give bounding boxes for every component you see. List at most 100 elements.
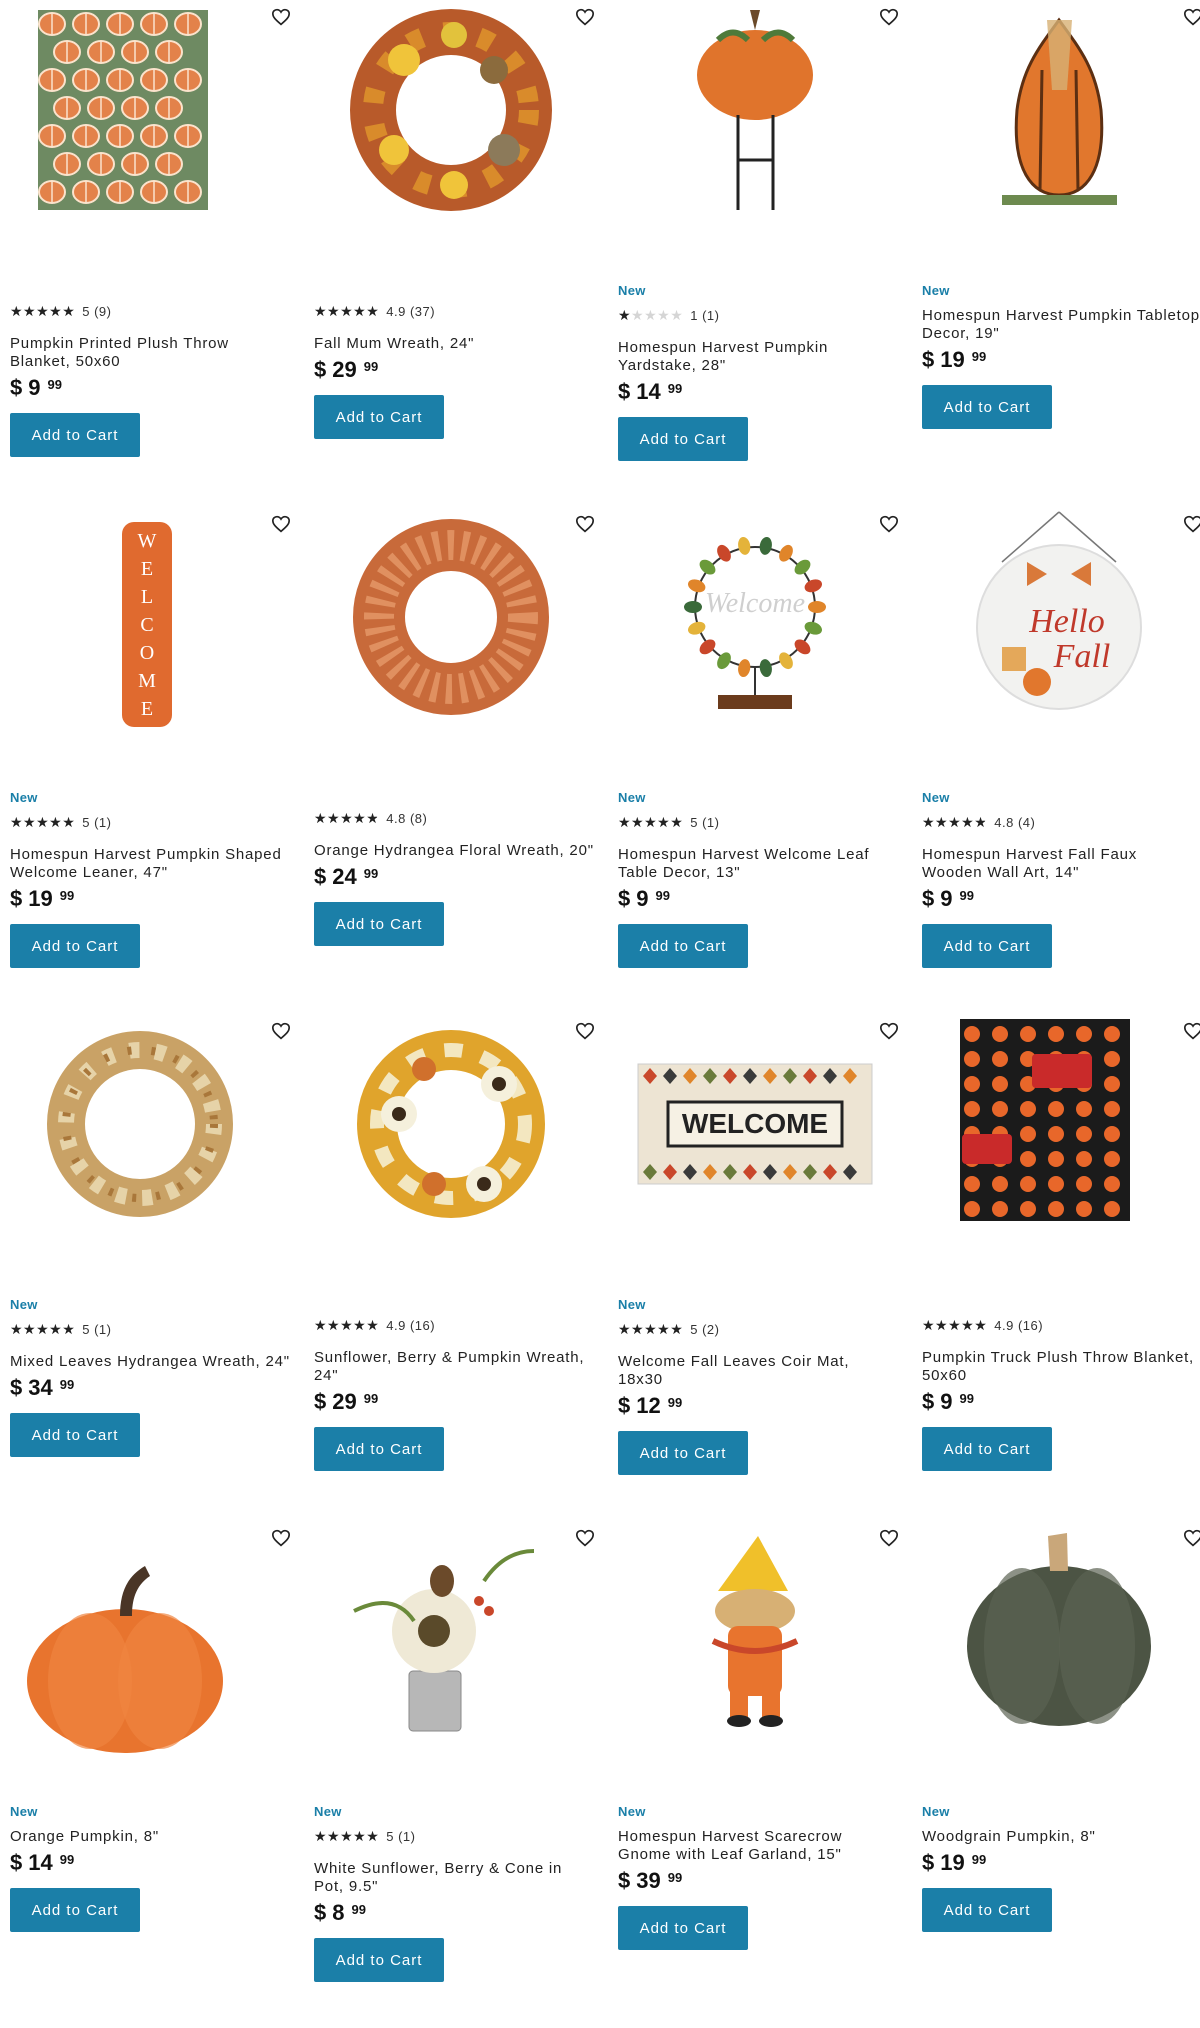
product-image[interactable]: W E L C O M E [10, 507, 284, 777]
product-card[interactable]: New Woodgrain Pumpkin, 8" $ 19 99 Add to… [912, 1521, 1200, 2028]
add-to-cart-button[interactable]: Add to Cart [618, 924, 748, 968]
product-image[interactable]: Hello Fall [922, 507, 1196, 777]
product-price: $ 19 99 [922, 1850, 1200, 1878]
product-rating: ★★★★★ ★★★★★ 5 (1) [10, 1321, 290, 1337]
add-to-cart-button[interactable]: Add to Cart [10, 1413, 140, 1457]
product-rating: ★★★★★ ★★★★★ 5 (1) [10, 814, 290, 830]
product-image[interactable] [922, 1521, 1196, 1791]
price-dollars: 34 [28, 1375, 53, 1400]
product-title[interactable]: Welcome Fall Leaves Coir Mat, 18x30 [618, 1353, 898, 1389]
currency-symbol: $ [922, 347, 935, 372]
product-image[interactable] [314, 507, 588, 777]
add-to-cart-button[interactable]: Add to Cart [618, 1431, 748, 1475]
product-image[interactable] [314, 0, 588, 270]
product-title[interactable]: Sunflower, Berry & Pumpkin Wreath, 24" [314, 1349, 594, 1385]
product-card[interactable]: New ★★★★★★★★★★ 1 (1) Homespun Harvest Pu… [608, 0, 912, 507]
rating-count: 1 (1) [690, 307, 720, 323]
product-title[interactable]: Homespun Harvest Pumpkin Yardstake, 28" [618, 339, 898, 375]
currency-symbol: $ [922, 886, 935, 911]
currency-symbol: $ [922, 1389, 935, 1414]
product-card[interactable]: New ★★★★★ ★★★★★ 5 (1) White Sunflower, Be… [304, 1521, 608, 2028]
product-price: $ 8 99 [314, 1900, 594, 1928]
rating-stars-icon: ★★★★★★★★★★ [10, 814, 76, 830]
rating-count: 4.8 (4) [994, 814, 1036, 830]
add-to-cart-button[interactable]: Add to Cart [314, 1427, 444, 1471]
product-title[interactable]: Orange Pumpkin, 8" [10, 1828, 290, 1846]
product-card[interactable]: ★★★★★ ★★★★★ 4.9 (16) Sunflower, Berry & P… [304, 1014, 608, 1521]
product-card[interactable]: W E L C O M E New ★★★★★ ★★★★★ 5 (1) Homes… [0, 507, 304, 1014]
product-title[interactable]: Fall Mum Wreath, 24" [314, 335, 594, 353]
price-dollars: 29 [332, 357, 357, 382]
product-image[interactable] [618, 0, 892, 270]
product-image[interactable] [314, 1014, 588, 1284]
leaf-table-decor-image: Welcome [684, 536, 826, 709]
product-image[interactable] [10, 1521, 284, 1791]
product-title[interactable]: Woodgrain Pumpkin, 8" [922, 1828, 1200, 1846]
add-to-cart-button[interactable]: Add to Cart [922, 1888, 1052, 1932]
product-card[interactable]: New Homespun Harvest Scarecrow Gnome wit… [608, 1521, 912, 2028]
product-card[interactable]: Welcome New ★★★★★ ★★★★★ 5 (1) Homespun Ha… [608, 507, 912, 1014]
product-rating: ★★★★★ ★★★★★ 4.8 (4) [922, 814, 1200, 830]
currency-symbol: $ [618, 1393, 631, 1418]
product-title[interactable]: Homespun Harvest Pumpkin Shaped Welcome … [10, 846, 290, 882]
price-dollars: 24 [332, 864, 357, 889]
add-to-cart-button[interactable]: Add to Cart [618, 417, 748, 461]
product-card[interactable]: ★★★★★ ★★★★★ 5 (9) Pumpkin Printed Plush T… [0, 0, 304, 507]
product-title[interactable]: Pumpkin Truck Plush Throw Blanket, 50x60 [922, 1349, 1200, 1385]
product-image[interactable] [618, 1521, 892, 1791]
svg-text:E: E [141, 558, 153, 580]
product-card[interactable]: WELCOME New ★★★★★ ★★★★★ 5 (2) Welcome Fal… [608, 1014, 912, 1521]
product-image[interactable]: Welcome [618, 507, 892, 777]
svg-text:E: E [141, 698, 153, 720]
add-to-cart-button[interactable]: Add to Cart [314, 395, 444, 439]
product-price: $ 39 99 [618, 1868, 898, 1896]
product-price: $ 9 99 [922, 1389, 1200, 1417]
product-card[interactable]: New Orange Pumpkin, 8" $ 14 99 Add to Ca… [0, 1521, 304, 2028]
rating-stars-icon: ★★★★★★★★★★ [618, 814, 684, 830]
add-to-cart-button[interactable]: Add to Cart [922, 1427, 1052, 1471]
product-card[interactable]: ★★★★★ ★★★★★ 4.9 (37) Fall Mum Wreath, 24"… [304, 0, 608, 507]
product-price: $ 29 99 [314, 357, 594, 385]
product-card[interactable]: Hello Fall New ★★★★★ ★★★★★ 4.8 (4) Homesp… [912, 507, 1200, 1014]
add-to-cart-button[interactable]: Add to Cart [922, 924, 1052, 968]
product-image[interactable] [922, 1014, 1196, 1284]
product-title[interactable]: Homespun Harvest Fall Faux Wooden Wall A… [922, 846, 1200, 882]
product-price: $ 29 99 [314, 1389, 594, 1417]
product-card[interactable]: ★★★★★ ★★★★★ 4.8 (8) Orange Hydrangea Flor… [304, 507, 608, 1014]
product-title[interactable]: White Sunflower, Berry & Cone in Pot, 9.… [314, 1860, 594, 1896]
svg-text:Fall: Fall [1053, 638, 1111, 675]
product-title[interactable]: Homespun Harvest Pumpkin Tabletop Decor,… [922, 307, 1200, 343]
rating-stars-icon: ★★★★★★★★★★ [922, 814, 988, 830]
add-to-cart-button[interactable]: Add to Cart [922, 385, 1052, 429]
product-title[interactable]: Mixed Leaves Hydrangea Wreath, 24" [10, 1353, 290, 1371]
price-cents: 99 [47, 377, 62, 392]
product-image[interactable] [922, 0, 1196, 270]
product-card[interactable]: New ★★★★★ ★★★★★ 5 (1) Mixed Leaves Hydran… [0, 1014, 304, 1521]
currency-symbol: $ [10, 1850, 23, 1875]
price-dollars: 9 [940, 1389, 953, 1414]
product-title[interactable]: Pumpkin Printed Plush Throw Blanket, 50x… [10, 335, 290, 371]
product-image[interactable] [10, 1014, 284, 1284]
rating-stars-icon: ★★★★★★★★★★ [314, 1317, 380, 1333]
product-title[interactable]: Homespun Harvest Welcome Leaf Table Deco… [618, 846, 898, 882]
currency-symbol: $ [10, 886, 23, 911]
add-to-cart-button[interactable]: Add to Cart [10, 924, 140, 968]
price-cents: 99 [59, 888, 75, 903]
orange-pumpkin-image [27, 1566, 223, 1753]
product-title[interactable]: Orange Hydrangea Floral Wreath, 20" [314, 842, 594, 860]
currency-symbol: $ [10, 1375, 23, 1400]
product-title[interactable]: Homespun Harvest Scarecrow Gnome with Le… [618, 1828, 898, 1864]
product-image[interactable]: WELCOME [618, 1014, 892, 1284]
new-badge: New [10, 790, 38, 805]
add-to-cart-button[interactable]: Add to Cart [10, 1888, 140, 1932]
product-card[interactable]: ★★★★★ ★★★★★ 4.9 (16) Pumpkin Truck Plush … [912, 1014, 1200, 1521]
price-cents: 99 [59, 1377, 75, 1392]
product-card[interactable]: New Homespun Harvest Pumpkin Tabletop De… [912, 0, 1200, 507]
currency-symbol: $ [10, 375, 23, 400]
product-image[interactable] [314, 1521, 588, 1791]
add-to-cart-button[interactable]: Add to Cart [10, 413, 140, 457]
add-to-cart-button[interactable]: Add to Cart [618, 1906, 748, 1950]
add-to-cart-button[interactable]: Add to Cart [314, 1938, 444, 1982]
product-image[interactable] [10, 0, 284, 270]
add-to-cart-button[interactable]: Add to Cart [314, 902, 444, 946]
